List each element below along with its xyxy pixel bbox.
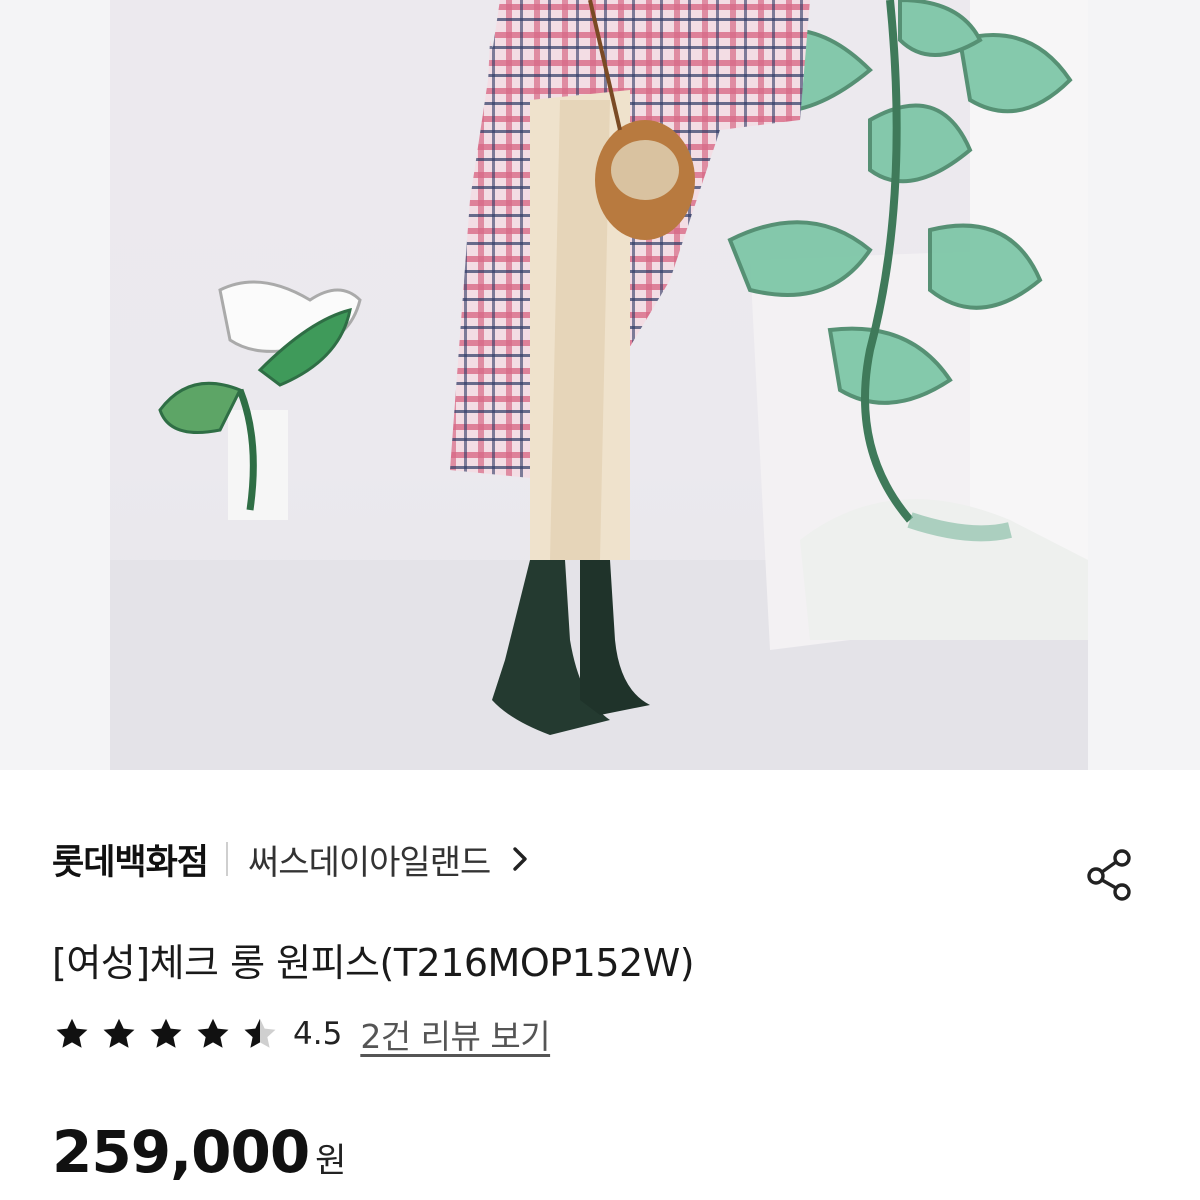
price-currency: 원 [315, 1141, 347, 1181]
product-photo-illustration [110, 0, 1088, 770]
product-price: 259,000 [52, 1118, 310, 1186]
review-link[interactable]: 2건 리뷰 보기 [360, 1010, 550, 1058]
star-icon [103, 1018, 135, 1048]
product-photo[interactable]: 1 6 [110, 0, 1088, 770]
share-icon[interactable] [1082, 846, 1138, 902]
star-icon [150, 1018, 182, 1048]
brand-divider [226, 842, 229, 876]
rating-row: 4.5 2건 리뷰 보기 [54, 1010, 551, 1058]
product-title: [여성]체크 롱 원피스(T216MOP152W) [52, 941, 695, 985]
brand-row[interactable]: 롯데백화점 써스데이아일랜드 [52, 834, 532, 884]
rating-stars [54, 1016, 289, 1052]
star-icon [56, 1018, 88, 1048]
star-icon [197, 1018, 229, 1048]
chevron-right-icon[interactable] [510, 842, 532, 876]
star-half-icon [244, 1018, 276, 1048]
rating-score: 4.5 [293, 1016, 343, 1052]
product-image-gallery[interactable]: 1 6 [0, 0, 1200, 770]
brand-store-name[interactable]: 롯데백화점 [52, 834, 209, 885]
price-row: 259,000 원 [52, 1118, 346, 1186]
brand-name-link[interactable]: 써스데이아일랜드 [248, 835, 491, 884]
